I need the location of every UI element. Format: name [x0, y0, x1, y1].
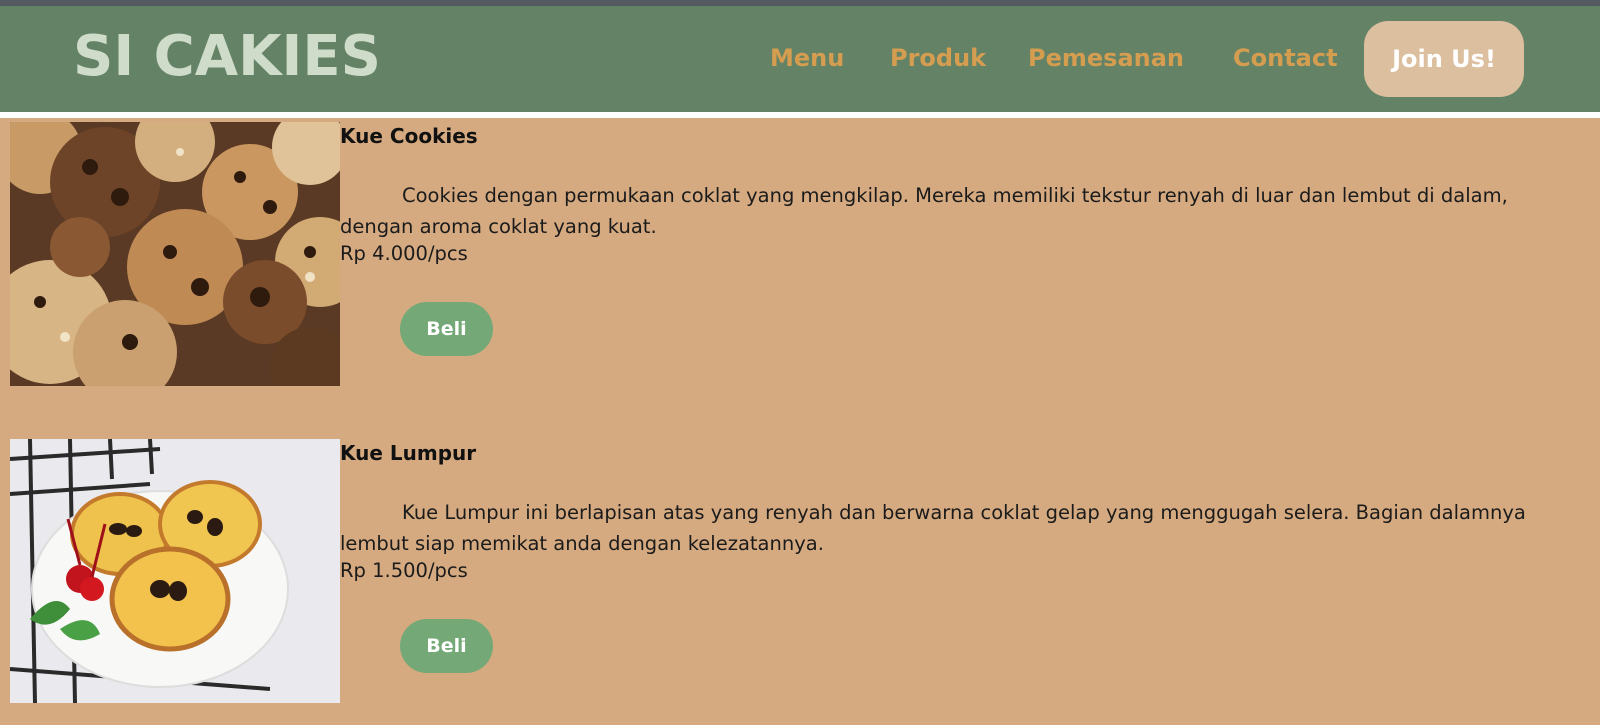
product-name: Kue Cookies — [340, 124, 478, 148]
brand-logo[interactable]: SI CAKIES — [73, 24, 381, 89]
join-us-button[interactable]: Join Us! — [1364, 21, 1524, 97]
nav-link-pemesanan[interactable]: Pemesanan — [1028, 44, 1184, 72]
product-price: Rp 4.000/pcs — [340, 242, 468, 265]
cookies-image — [10, 122, 340, 386]
navbar: SI CAKIES Menu Produk Pemesanan Contact … — [0, 6, 1600, 112]
kue-lumpur-image — [10, 439, 340, 703]
nav-link-produk[interactable]: Produk — [890, 44, 986, 72]
buy-button[interactable]: Beli — [400, 302, 493, 356]
browser-viewport: SI CAKIES Menu Produk Pemesanan Contact … — [0, 6, 1600, 725]
product-description: Cookies dengan permukaan coklat yang men… — [340, 184, 1508, 238]
nav-link-contact[interactable]: Contact — [1233, 44, 1338, 72]
product-description: Kue Lumpur ini berlapisan atas yang reny… — [340, 501, 1526, 555]
product-price: Rp 1.500/pcs — [340, 559, 468, 582]
product-list: Kue Cookies Cookies dengan permukaan cok… — [0, 118, 1600, 725]
product-name: Kue Lumpur — [340, 441, 477, 465]
buy-button[interactable]: Beli — [400, 619, 493, 673]
nav-link-menu[interactable]: Menu — [770, 44, 844, 72]
